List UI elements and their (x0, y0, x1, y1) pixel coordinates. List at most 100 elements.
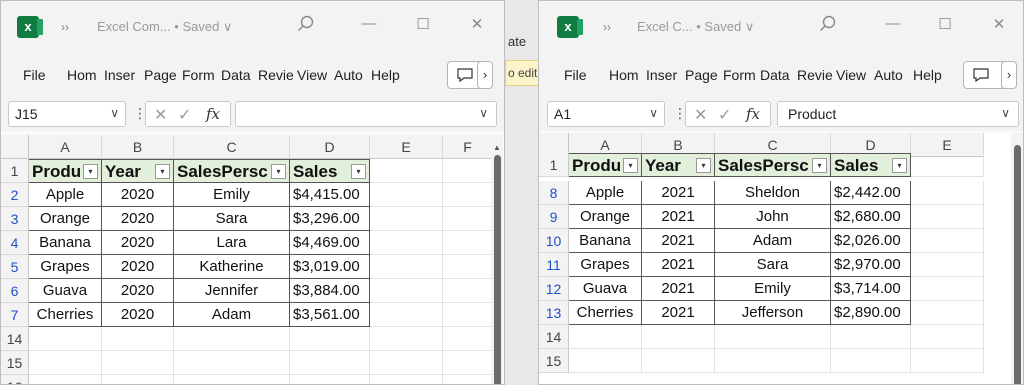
table-cell[interactable]: 2021 (642, 205, 715, 229)
row-header[interactable]: 7 (1, 303, 29, 327)
empty-cell[interactable] (174, 327, 290, 351)
filter-dropdown-icon[interactable]: ▾ (892, 158, 907, 173)
table-cell[interactable]: $3,561.00 (290, 303, 370, 327)
tab-data[interactable]: Data (760, 67, 794, 83)
search-icon[interactable] (819, 15, 837, 33)
table-cell[interactable]: Sara (715, 253, 831, 277)
empty-cell[interactable] (642, 325, 715, 349)
empty-cell[interactable] (370, 303, 443, 327)
quick-access-chevron[interactable]: ›› (603, 20, 611, 34)
tab-data[interactable]: Data (221, 67, 255, 83)
chevron-down-icon[interactable]: ∨ (479, 106, 488, 120)
filter-dropdown-icon[interactable]: ▾ (351, 164, 366, 179)
table-cell[interactable]: Cherries (29, 303, 102, 327)
tab-home[interactable]: Hom (609, 67, 642, 83)
row-header[interactable]: 1 (539, 153, 569, 177)
empty-cell[interactable] (715, 325, 831, 349)
empty-cell[interactable] (443, 159, 493, 183)
empty-cell[interactable] (569, 325, 642, 349)
table-cell[interactable]: Emily (715, 277, 831, 301)
row-header[interactable]: 4 (1, 231, 29, 255)
empty-cell[interactable] (443, 207, 493, 231)
cancel-icon[interactable]: ✕ (154, 105, 167, 125)
table-cell[interactable]: 2020 (102, 255, 174, 279)
empty-cell[interactable] (911, 181, 984, 205)
table-header-product[interactable]: Produ ▾ (569, 153, 642, 177)
table-cell[interactable]: $2,680.00 (831, 205, 911, 229)
empty-cell[interactable] (174, 351, 290, 375)
tab-formulas[interactable]: Form (723, 67, 757, 83)
formula-input[interactable]: Product ∨ (777, 101, 1019, 127)
empty-cell[interactable] (29, 375, 102, 384)
empty-cell[interactable] (370, 327, 443, 351)
select-all-corner[interactable] (1, 135, 29, 159)
vertical-scrollbar[interactable] (1011, 133, 1023, 384)
scrollbar-thumb[interactable] (1014, 145, 1021, 384)
column-header-a[interactable]: A (29, 135, 102, 159)
scroll-up-icon[interactable]: ▲ (493, 143, 501, 152)
table-cell[interactable]: Guava (569, 277, 642, 301)
empty-cell[interactable] (911, 349, 984, 373)
row-header[interactable]: 14 (1, 327, 29, 351)
column-header-b[interactable]: B (102, 135, 174, 159)
tab-automate[interactable]: Auto (334, 67, 368, 83)
empty-cell[interactable] (370, 231, 443, 255)
table-cell[interactable]: Emily (174, 183, 290, 207)
empty-cell[interactable] (290, 327, 370, 351)
column-header-d[interactable]: D (290, 135, 370, 159)
empty-cell[interactable] (831, 325, 911, 349)
empty-cell[interactable] (911, 301, 984, 325)
ribbon-expand-button[interactable]: › (1001, 61, 1017, 89)
tab-review[interactable]: Revie (258, 67, 294, 83)
table-cell[interactable]: Lara (174, 231, 290, 255)
empty-cell[interactable] (102, 375, 174, 384)
filter-active-icon[interactable]: ▾ (155, 164, 170, 179)
name-box[interactable]: A1 ∨ (547, 101, 665, 127)
empty-cell[interactable] (443, 183, 493, 207)
table-cell[interactable]: Grapes (569, 253, 642, 277)
tab-formulas[interactable]: Form (182, 67, 217, 83)
table-cell[interactable]: Apple (29, 183, 102, 207)
filter-dropdown-icon[interactable]: ▾ (623, 158, 638, 173)
table-cell[interactable]: $3,714.00 (831, 277, 911, 301)
row-header[interactable]: 15 (539, 349, 569, 373)
table-cell[interactable]: $4,469.00 (290, 231, 370, 255)
maximize-icon[interactable]: ☐ (935, 15, 955, 33)
tab-page-layout[interactable]: Page (685, 67, 720, 83)
table-header-sales[interactable]: Sales ▾ (831, 153, 911, 177)
empty-cell[interactable] (911, 253, 984, 277)
tab-view[interactable]: View (297, 67, 331, 83)
table-cell[interactable]: 2021 (642, 277, 715, 301)
table-cell[interactable]: 2021 (642, 181, 715, 205)
table-cell[interactable]: John (715, 205, 831, 229)
table-cell[interactable]: Banana (29, 231, 102, 255)
empty-cell[interactable] (370, 279, 443, 303)
row-header[interactable]: 1 (1, 159, 29, 183)
row-header[interactable]: 11 (539, 253, 569, 277)
filter-dropdown-icon[interactable]: ▾ (812, 158, 827, 173)
tab-insert[interactable]: Inser (646, 67, 682, 83)
empty-cell[interactable] (911, 277, 984, 301)
empty-cell[interactable] (370, 351, 443, 375)
table-cell[interactable]: 2021 (642, 229, 715, 253)
row-header[interactable]: 15 (1, 351, 29, 375)
table-header-salesperson[interactable]: SalesPersc ▾ (174, 159, 290, 183)
table-cell[interactable]: Adam (715, 229, 831, 253)
table-cell[interactable]: $3,296.00 (290, 207, 370, 231)
empty-cell[interactable] (370, 255, 443, 279)
empty-cell[interactable] (831, 349, 911, 373)
row-header[interactable]: 6 (1, 279, 29, 303)
empty-cell[interactable] (443, 351, 493, 375)
tab-view[interactable]: View (836, 67, 870, 83)
tab-help[interactable]: Help (913, 67, 942, 83)
empty-cell[interactable] (911, 325, 984, 349)
row-header[interactable]: 12 (539, 277, 569, 301)
table-cell[interactable]: $2,890.00 (831, 301, 911, 325)
close-icon[interactable]: ✕ (989, 15, 1009, 33)
empty-cell[interactable] (29, 327, 102, 351)
function-icon[interactable]: fx (746, 105, 760, 123)
scrollbar-thumb[interactable] (494, 155, 501, 384)
table-header-year[interactable]: Year ▾ (642, 153, 715, 177)
document-title[interactable]: Excel Com... • Saved ∨ (97, 19, 232, 35)
row-header[interactable]: 9 (539, 205, 569, 229)
